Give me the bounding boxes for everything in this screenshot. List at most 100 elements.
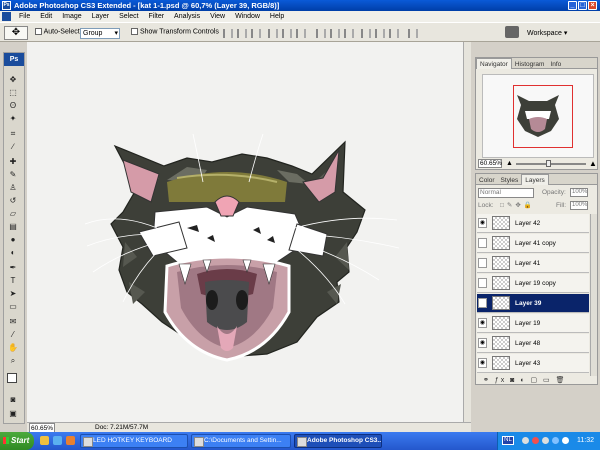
dodge-tool-icon[interactable]: ◐ <box>7 248 19 258</box>
layers-scrollbar[interactable] <box>590 214 597 376</box>
menu-layer[interactable]: Layer <box>88 11 114 22</box>
quicklaunch-icon[interactable] <box>40 436 49 445</box>
opacity-field[interactable]: 100% <box>570 188 588 197</box>
document-canvas[interactable] <box>27 42 470 422</box>
move-tool-icon[interactable]: ✥ <box>7 75 19 85</box>
canvas-vertical-scrollbar[interactable] <box>463 42 471 422</box>
foreground-color-swatch[interactable] <box>7 373 17 383</box>
eye-icon[interactable]: ◉ <box>478 338 487 348</box>
network-icon[interactable] <box>552 437 559 444</box>
distribute-hcenter-icon[interactable] <box>375 29 385 38</box>
history-brush-tool-icon[interactable]: ↺ <box>7 196 19 206</box>
align-left-icon[interactable] <box>268 29 278 38</box>
notes-tool-icon[interactable]: ✉ <box>7 317 19 327</box>
path-selection-tool-icon[interactable]: ➤ <box>7 289 19 299</box>
auto-select-dropdown[interactable]: Group <box>80 28 120 39</box>
layer-row[interactable]: ◉ Layer 42 <box>477 214 589 233</box>
task-led-hotkey[interactable]: LED HOTKEY KEYBOARD <box>80 434 188 448</box>
navigator-thumbnail[interactable] <box>482 74 594 158</box>
blend-mode-dropdown[interactable]: Normal <box>478 188 534 198</box>
hand-tool-icon[interactable]: ✋ <box>7 343 19 353</box>
align-bottom-icon[interactable] <box>251 29 261 38</box>
layer-row[interactable]: Layer 41 copy <box>477 234 589 253</box>
layers-footer-icons[interactable]: ⚭ ƒx ◙ ◐ ▢ ▭ 🗑 <box>477 376 597 385</box>
auto-align-icon[interactable] <box>408 29 418 38</box>
fill-field[interactable]: 100% <box>570 201 588 210</box>
tray-icon[interactable] <box>532 437 539 444</box>
distribute-top-icon[interactable] <box>316 29 326 38</box>
task-explorer[interactable]: C:\Documents and Settin... <box>191 434 291 448</box>
menu-edit[interactable]: Edit <box>36 11 56 22</box>
firefox-icon[interactable] <box>66 436 75 445</box>
eye-icon[interactable]: ◉ <box>478 318 487 328</box>
lock-icons[interactable]: □✎✥🔒 <box>500 201 535 210</box>
align-top-icon[interactable] <box>223 29 233 38</box>
pen-tool-icon[interactable]: ✒ <box>7 263 19 273</box>
workspace-camera-icon[interactable] <box>505 26 519 38</box>
screen-mode-icon[interactable]: ▣ <box>7 409 19 419</box>
ie-icon[interactable] <box>53 436 62 445</box>
blur-tool-icon[interactable]: ● <box>7 235 19 245</box>
eye-icon[interactable]: ◉ <box>478 218 487 228</box>
eyedropper-tool-icon[interactable]: ⁄ <box>7 330 19 340</box>
tray-icon[interactable] <box>542 437 549 444</box>
distribute-left-icon[interactable] <box>361 29 371 38</box>
eye-toggle-off[interactable] <box>478 258 487 268</box>
zoom-tool-icon[interactable]: ⌕ <box>7 356 19 366</box>
tab-layers[interactable]: Layers <box>521 174 549 185</box>
tab-styles[interactable]: Styles <box>498 175 522 186</box>
menu-analysis[interactable]: Analysis <box>170 11 204 22</box>
zoom-out-icon[interactable]: ▲ <box>506 160 513 167</box>
language-indicator[interactable]: NL <box>502 436 514 445</box>
close-button[interactable]: × <box>588 1 597 10</box>
eye-icon[interactable]: ◉ <box>478 358 487 368</box>
quick-mask-icon[interactable]: ◙ <box>7 395 19 405</box>
magic-wand-tool-icon[interactable]: ✦ <box>7 114 19 124</box>
move-tool-preset[interactable]: ✥ <box>4 26 28 40</box>
brush-tool-icon[interactable]: ✎ <box>7 170 19 180</box>
tab-color[interactable]: Color <box>476 175 498 186</box>
navigator-view-box[interactable] <box>513 85 573 148</box>
zoom-in-icon[interactable]: ▲ <box>589 159 597 168</box>
tab-info[interactable]: Info <box>547 59 564 70</box>
navigator-zoom-field[interactable]: 60.65% <box>478 159 502 168</box>
layer-row-selected[interactable]: Layer 39 <box>477 294 589 313</box>
menu-help[interactable]: Help <box>266 11 288 22</box>
clone-stamp-tool-icon[interactable]: ♙ <box>7 183 19 193</box>
lasso-tool-icon[interactable]: ʘ <box>7 101 19 111</box>
tab-navigator[interactable]: Navigator <box>476 58 512 69</box>
crop-tool-icon[interactable]: ⌗ <box>7 129 19 139</box>
distribute-bottom-icon[interactable] <box>344 29 354 38</box>
slider-knob[interactable] <box>546 160 551 167</box>
eraser-tool-icon[interactable]: ▱ <box>7 209 19 219</box>
eye-toggle-off[interactable] <box>478 238 487 248</box>
menu-file[interactable]: File <box>15 11 34 22</box>
marquee-tool-icon[interactable]: ⬚ <box>7 88 19 98</box>
distribute-right-icon[interactable] <box>389 29 399 38</box>
gradient-tool-icon[interactable]: ▤ <box>7 222 19 232</box>
auto-select-checkbox[interactable] <box>35 28 42 35</box>
layer-row[interactable]: ◉ Layer 43 <box>477 354 589 373</box>
volume-icon[interactable] <box>562 437 569 444</box>
align-hcenter-icon[interactable] <box>282 29 292 38</box>
menu-window[interactable]: Window <box>231 11 264 22</box>
minimize-button[interactable]: _ <box>568 1 577 10</box>
show-transform-checkbox[interactable] <box>131 28 138 35</box>
healing-brush-tool-icon[interactable]: ✚ <box>7 157 19 167</box>
menu-view[interactable]: View <box>206 11 229 22</box>
navigator-zoom-slider[interactable] <box>516 160 586 167</box>
workspace-menu[interactable]: Workspace ▾ <box>527 28 567 39</box>
tab-histogram[interactable]: Histogram <box>512 59 548 70</box>
layer-row[interactable]: ◉ Layer 19 <box>477 314 589 333</box>
slice-tool-icon[interactable]: ∕ <box>7 142 19 152</box>
layer-row[interactable]: Layer 19 copy <box>477 274 589 293</box>
task-photoshop[interactable]: Adobe Photoshop CS3... <box>294 434 382 448</box>
align-right-icon[interactable] <box>296 29 306 38</box>
menu-filter[interactable]: Filter <box>145 11 169 22</box>
eye-toggle-off[interactable] <box>478 278 487 288</box>
type-tool-icon[interactable]: T <box>7 276 19 286</box>
layer-row[interactable]: Layer 41 <box>477 254 589 273</box>
start-button[interactable]: Start <box>0 432 34 450</box>
document-size-info[interactable]: Doc: 7.21M/57.7M <box>95 423 148 432</box>
menu-image[interactable]: Image <box>58 11 85 22</box>
